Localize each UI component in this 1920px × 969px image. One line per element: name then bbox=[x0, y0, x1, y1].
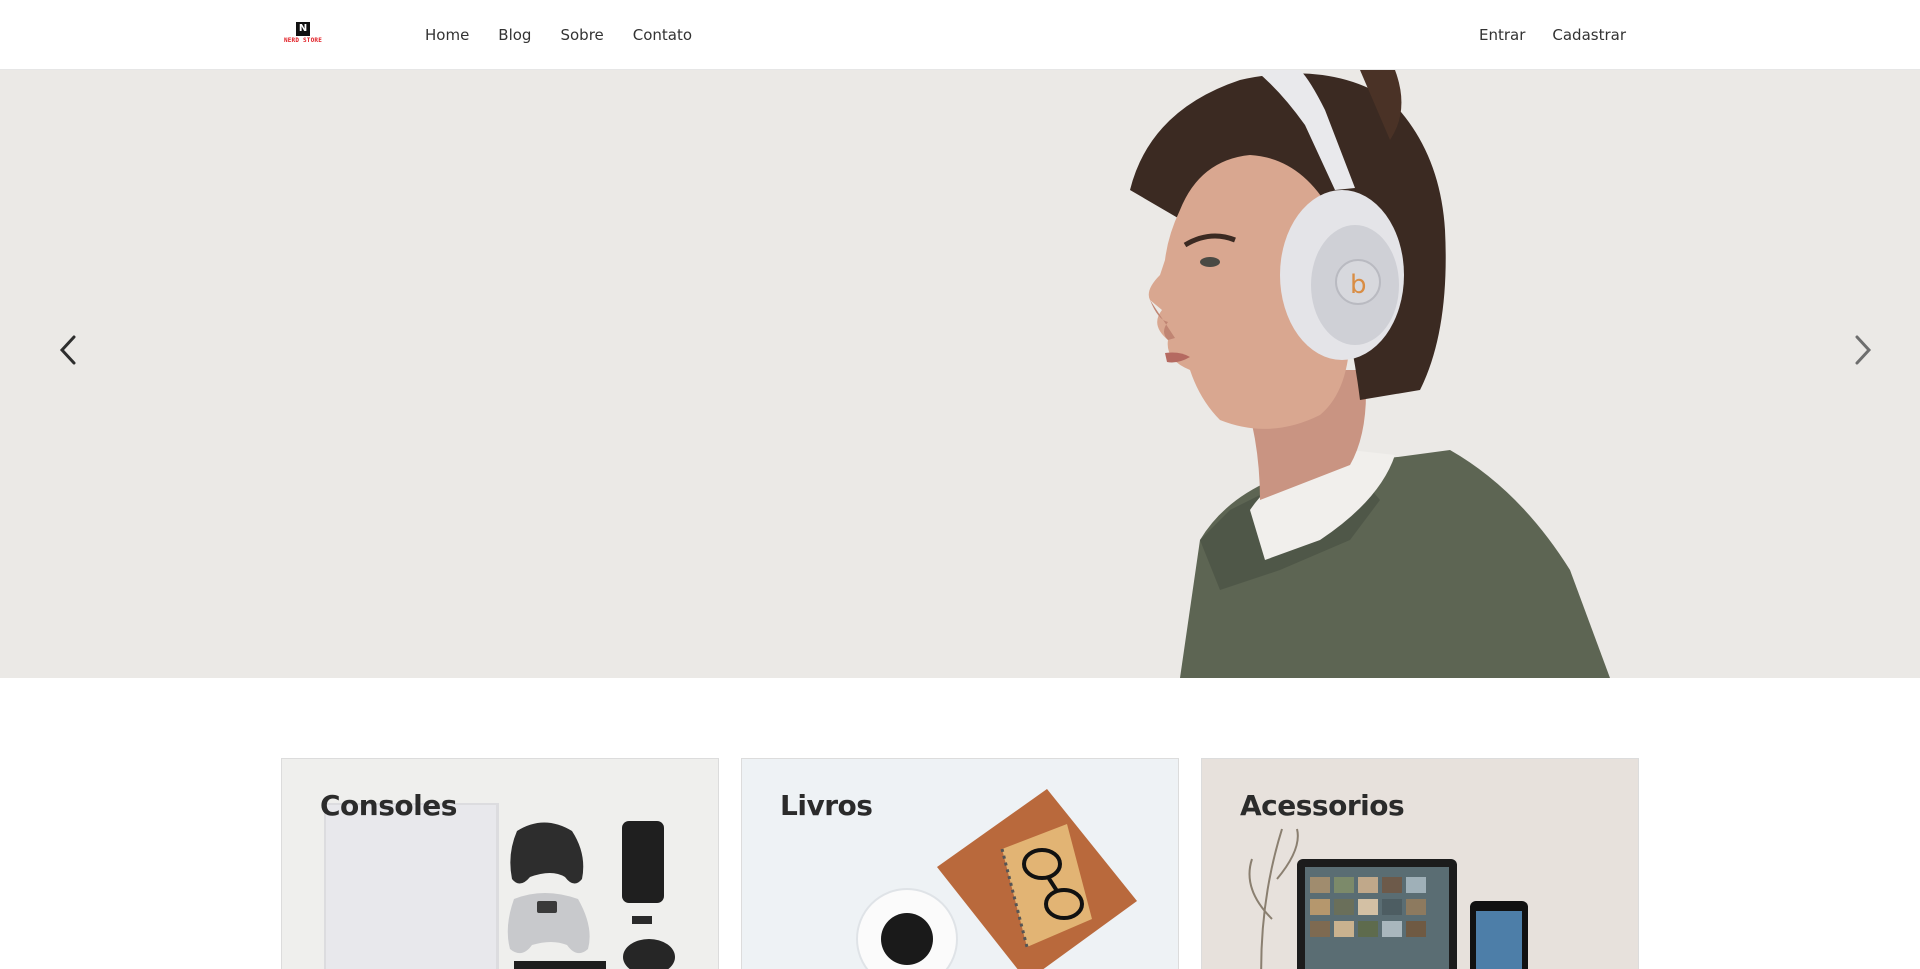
site-header: N NERD STORE Home Blog Sobre Contato Ent… bbox=[0, 0, 1920, 70]
category-card-books[interactable]: Livros bbox=[741, 758, 1179, 969]
chevron-right-icon bbox=[1855, 335, 1872, 365]
logo-badge: N bbox=[296, 22, 310, 36]
hero-carousel: b bbox=[0, 70, 1920, 678]
main-nav: Home Blog Sobre Contato bbox=[425, 0, 692, 70]
carousel-next-button[interactable] bbox=[1843, 320, 1883, 380]
svg-text:b: b bbox=[1350, 270, 1367, 300]
hero-image-woman-headphones: b bbox=[1130, 70, 1610, 678]
carousel-prev-button[interactable] bbox=[48, 320, 88, 380]
category-card-accessories[interactable]: Acessorios bbox=[1201, 758, 1639, 969]
logo-text: NERD STORE bbox=[283, 37, 323, 44]
nav-about-link[interactable]: Sobre bbox=[560, 26, 603, 44]
category-title-books: Livros bbox=[780, 789, 873, 822]
category-title-accessories: Acessorios bbox=[1240, 789, 1405, 822]
auth-nav: Entrar Cadastrar bbox=[1479, 0, 1626, 70]
nav-contact-link[interactable]: Contato bbox=[633, 26, 692, 44]
nav-blog-link[interactable]: Blog bbox=[498, 26, 531, 44]
category-card-consoles[interactable]: Consoles bbox=[281, 758, 719, 969]
login-link[interactable]: Entrar bbox=[1479, 26, 1525, 44]
nav-home-link[interactable]: Home bbox=[425, 26, 469, 44]
category-title-consoles: Consoles bbox=[320, 789, 457, 822]
site-logo[interactable]: N NERD STORE bbox=[281, 20, 325, 48]
chevron-left-icon bbox=[59, 335, 76, 365]
register-link[interactable]: Cadastrar bbox=[1552, 26, 1626, 44]
